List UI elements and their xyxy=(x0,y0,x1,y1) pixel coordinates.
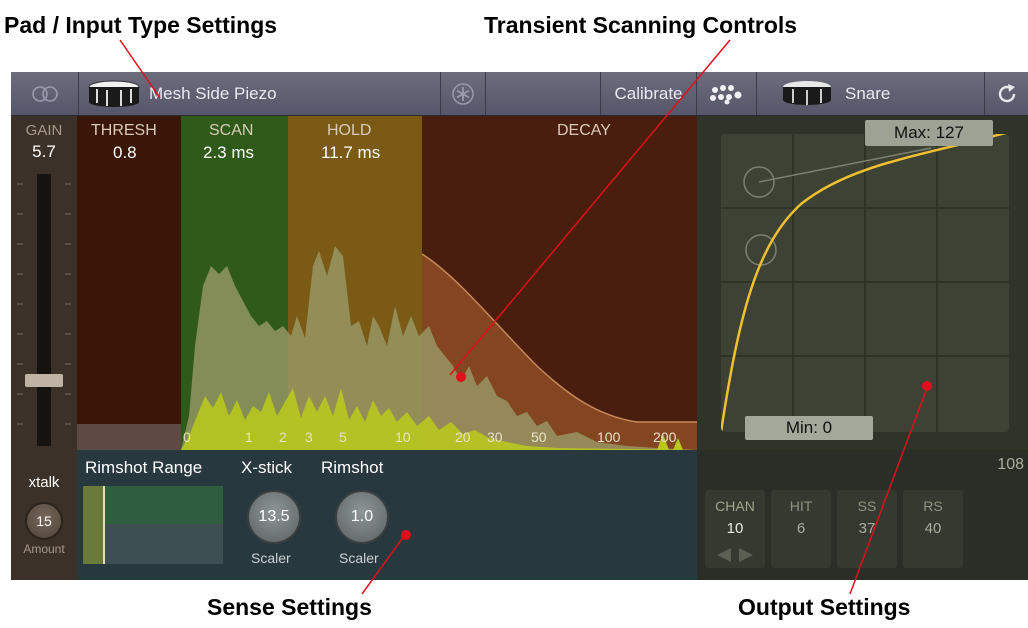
curve-max[interactable]: Max: 127 xyxy=(865,120,993,146)
rs-cell[interactable]: RS 40 xyxy=(903,490,963,568)
output-panel: 108 CHAN 10 HIT 6 SS 37 RS 40 xyxy=(697,450,1028,580)
scan-label[interactable]: SCAN xyxy=(209,122,253,140)
thresh-level xyxy=(77,424,181,450)
rimshot-range-cursor[interactable] xyxy=(103,486,105,564)
xstick-label: X-stick xyxy=(241,458,292,477)
xtalk-value: 15 xyxy=(36,513,52,529)
thresh-value: 0.8 xyxy=(113,143,137,162)
time-tick: 1 xyxy=(245,429,253,445)
xtalk-panel: xtalk 15 Amount xyxy=(11,450,77,580)
hold-value: 11.7 ms xyxy=(321,143,381,162)
rimshot-range-control[interactable] xyxy=(83,486,223,564)
xstick-value: 13.5 xyxy=(258,508,290,525)
output-count: 108 xyxy=(997,456,1024,473)
asterisk-icon xyxy=(452,82,474,105)
time-tick: 100 xyxy=(597,429,621,445)
rimshot-range-start[interactable] xyxy=(83,486,103,564)
rimshot-label: Rimshot xyxy=(321,458,384,477)
ss-value: 37 xyxy=(858,520,876,537)
instrument-label: Snare xyxy=(845,83,891,103)
rimshot-scaler-label: Scaler xyxy=(339,550,379,566)
thresh-label[interactable]: THRESH xyxy=(91,122,157,140)
sense-panel: Rimshot Range X-stick Rimshot 13.5 1.0 S… xyxy=(77,450,697,580)
thresh-zone xyxy=(77,116,181,450)
calibrate-button[interactable]: Calibrate xyxy=(601,72,697,115)
xstick-scaler-label: Scaler xyxy=(251,550,291,566)
xtalk-label: xtalk xyxy=(28,474,60,491)
rs-value: 40 xyxy=(924,520,942,537)
kit-pieces-button[interactable] xyxy=(697,72,757,115)
time-tick: 20 xyxy=(455,429,471,445)
gain-fader-track[interactable] xyxy=(37,174,51,446)
transient-graph[interactable]: THRESH 0.8 SCAN 2.3 ms HOLD 11.7 ms DECA… xyxy=(77,116,697,450)
rimshot-range-label: Rimshot Range xyxy=(85,458,203,477)
pad-settings-button[interactable] xyxy=(441,72,486,115)
time-tick: 3 xyxy=(305,429,313,445)
calibrate-label: Calibrate xyxy=(614,83,683,103)
velocity-curve-grid xyxy=(721,134,1009,432)
rs-header: RS xyxy=(923,498,943,514)
transient-marker xyxy=(456,372,466,382)
scan-value: 2.3 ms xyxy=(203,143,255,162)
sense-marker xyxy=(401,530,411,540)
velocity-curve-area[interactable] xyxy=(721,134,1009,432)
rimshot-knob[interactable]: 1.0 xyxy=(335,490,389,544)
gain-strip: GAIN 5.7 xyxy=(11,116,77,490)
decay-label[interactable]: DECAY xyxy=(557,122,611,140)
time-tick: 5 xyxy=(339,429,347,445)
gain-value: 5.7 xyxy=(32,142,56,161)
pad-type-label: Mesh Side Piezo xyxy=(149,83,277,103)
callout-transient-controls: Transient Scanning Controls xyxy=(484,12,798,38)
hit-cell[interactable]: HIT 6 xyxy=(771,490,831,568)
xtalk-knob[interactable]: 15 xyxy=(25,502,63,540)
velocity-curve-panel: Max: 127 Min: 0 xyxy=(697,116,1028,450)
reset-button[interactable] xyxy=(985,72,1028,115)
gain-fader-handle[interactable] xyxy=(25,374,63,387)
xstick-knob[interactable]: 13.5 xyxy=(247,490,301,544)
hit-value: 6 xyxy=(796,520,806,537)
fader-ticks-left xyxy=(17,183,23,425)
link-rings-icon xyxy=(31,85,58,102)
ss-header: SS xyxy=(857,498,877,514)
curve-min[interactable]: Min: 0 xyxy=(745,416,873,440)
kit-pads-icon xyxy=(709,84,741,104)
rimshot-value: 1.0 xyxy=(350,508,374,525)
snare-drum-icon xyxy=(88,80,140,107)
callout-pad-settings: Pad / Input Type Settings xyxy=(4,12,278,38)
time-tick: 10 xyxy=(395,429,411,445)
time-tick: 2 xyxy=(279,429,287,445)
topbar-spacer xyxy=(486,72,601,115)
chan-header: CHAN xyxy=(715,498,755,514)
instrument-selector[interactable]: Snare xyxy=(757,72,985,115)
transient-waveform xyxy=(77,116,697,450)
pad-type-selector[interactable]: Mesh Side Piezo xyxy=(79,72,441,115)
callout-sense-settings: Sense Settings xyxy=(207,594,372,620)
ss-cell[interactable]: SS 37 xyxy=(837,490,897,568)
time-tick: 200 xyxy=(653,429,677,445)
top-bar: Mesh Side Piezo Calibrate Snare xyxy=(11,72,1028,116)
time-tick: 30 xyxy=(487,429,503,445)
hold-label[interactable]: HOLD xyxy=(327,122,371,140)
hit-header: HIT xyxy=(789,498,813,514)
chan-arrows-icon[interactable] xyxy=(715,546,755,564)
output-marker xyxy=(922,381,932,391)
refresh-icon xyxy=(998,83,1015,102)
time-tick: 0 xyxy=(183,429,191,445)
chan-value: 10 xyxy=(726,520,744,537)
gain-label: GAIN xyxy=(25,122,63,139)
drum-module-screen: Mesh Side Piezo Calibrate Snare GAIN 5.7… xyxy=(11,72,1028,580)
time-tick: 50 xyxy=(531,429,547,445)
callout-output-settings: Output Settings xyxy=(738,594,911,620)
snare-icon xyxy=(783,80,831,105)
fader-ticks-right xyxy=(65,183,71,425)
chan-cell[interactable]: CHAN 10 xyxy=(705,490,765,568)
link-button[interactable] xyxy=(11,72,79,115)
xtalk-amount-label: Amount xyxy=(23,542,65,556)
